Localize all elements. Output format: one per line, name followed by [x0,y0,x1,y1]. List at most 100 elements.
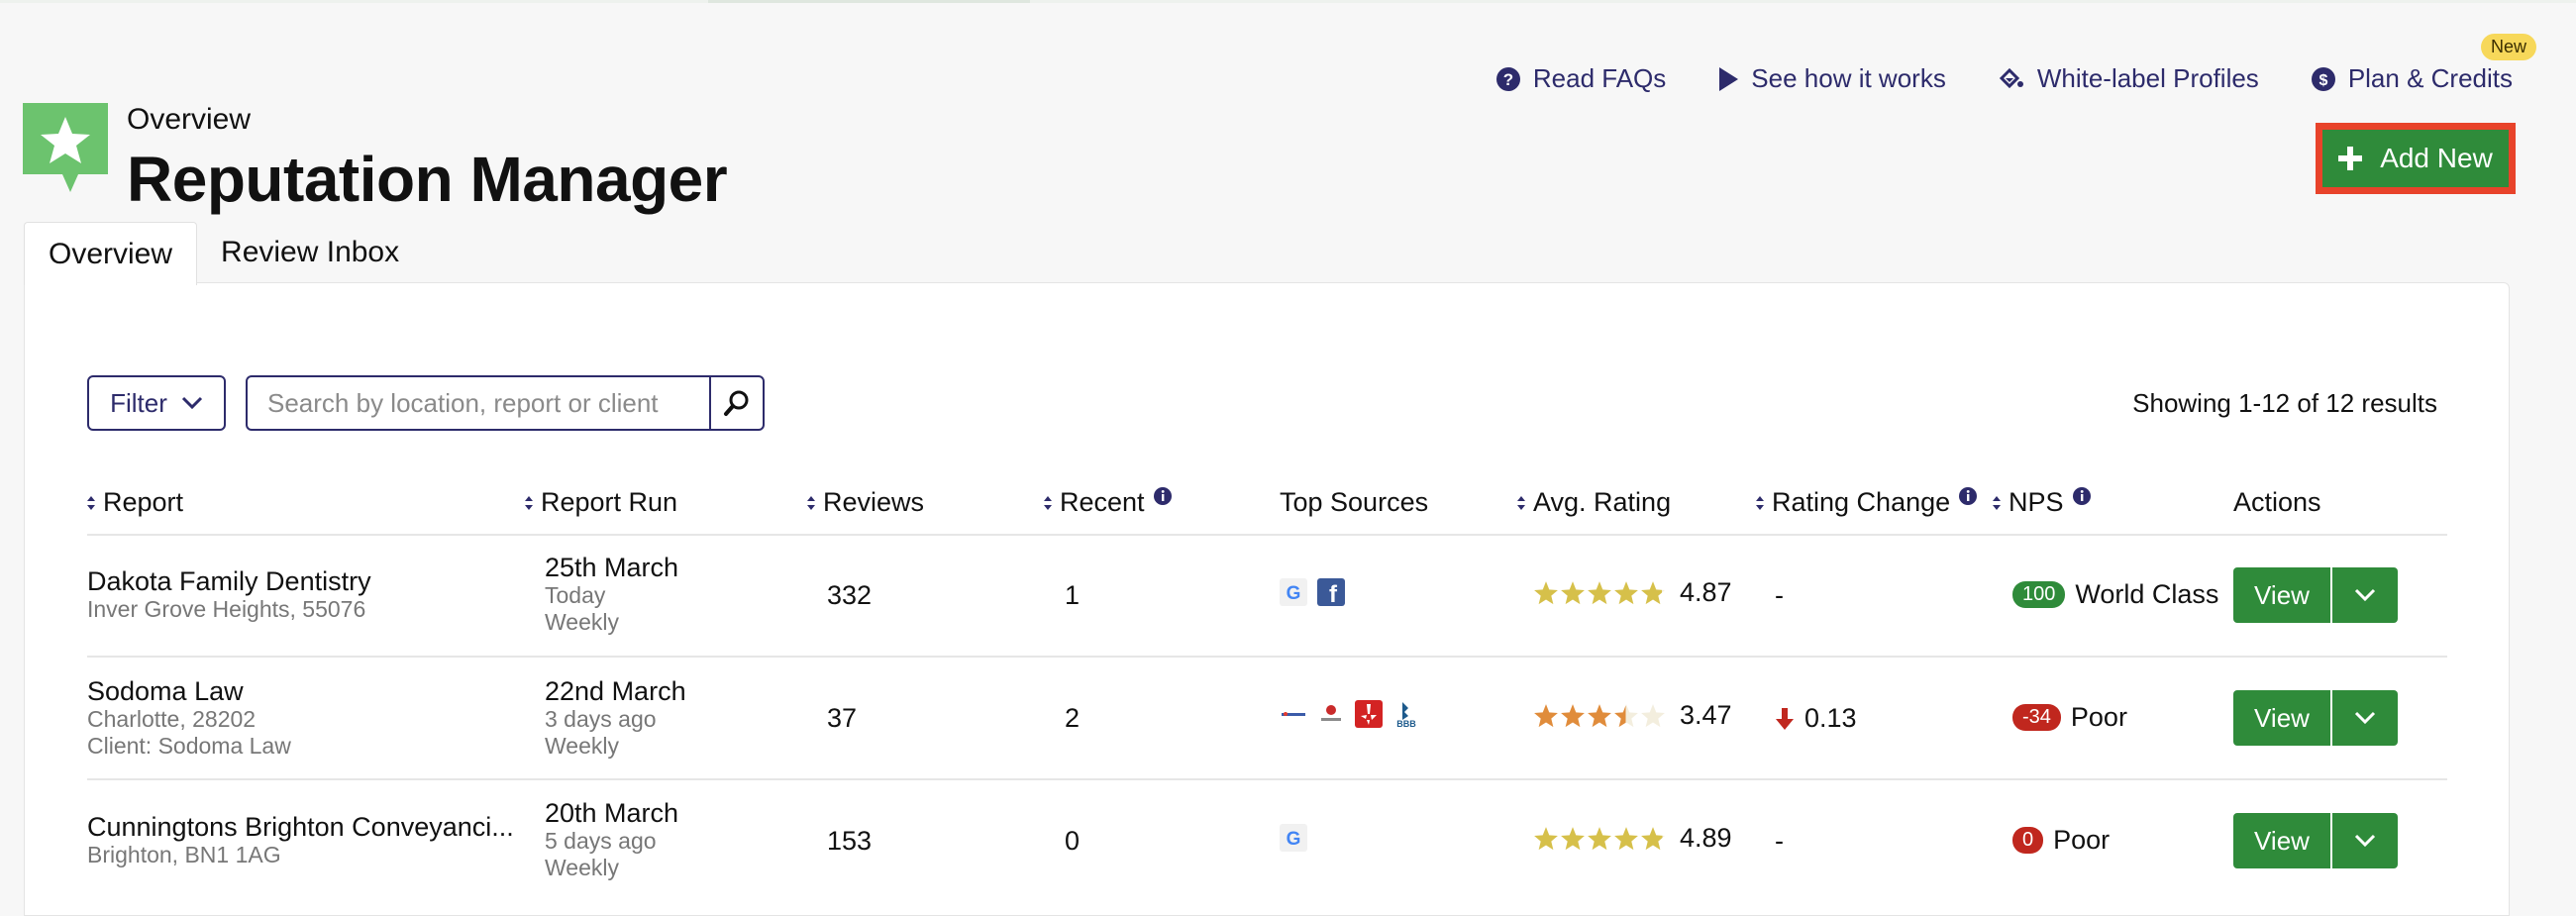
report-cell[interactable]: Cunningtons Brighton Conveyanci... Brigh… [87,812,514,868]
read-faqs-label: Read FAQs [1532,63,1667,93]
tab-review-inbox[interactable]: Review Inbox [197,222,423,283]
facebook-icon: f [1317,578,1345,606]
nps-label: World Class [2075,579,2219,609]
reviews-value: 332 [827,580,873,610]
star-rating [1533,580,1666,606]
col-report-run-label: Report Run [541,487,678,517]
info-icon[interactable] [2072,486,2092,506]
star-icon [1561,580,1585,604]
col-actions-label: Actions [2233,487,2321,517]
col-report-label: Report [103,487,184,517]
view-button[interactable]: View [2233,567,2330,623]
col-rating-change[interactable]: Rating Change [1756,486,1978,518]
arrow-down-icon [1776,707,1794,730]
header-divider [87,534,2447,536]
rating-change-cell: 0.13 [1775,703,1857,734]
col-rating-change-label: Rating Change [1772,487,1951,517]
view-button[interactable]: View [2233,813,2330,868]
page-title: Reputation Manager [127,144,728,215]
plan-credits-link[interactable]: $ Plan & Credits New [2311,34,2536,94]
row-actions-dropdown[interactable] [2330,813,2398,868]
col-avg-rating[interactable]: Avg. Rating [1517,487,1671,518]
star-logo-icon [23,103,108,192]
info-icon[interactable] [1153,486,1173,506]
reviews-value: 153 [827,826,873,856]
chevron-down-icon [2354,588,2376,602]
see-how-it-works-link[interactable]: See how it works [1717,63,1946,94]
svg-text:G: G [1287,829,1301,850]
avg-rating-cell: 4.89 [1533,823,1732,854]
search-button[interactable] [709,377,763,429]
star-icon [1588,580,1611,604]
avg-rating-value: 4.89 [1680,823,1732,853]
nps-label: Poor [2070,702,2127,732]
info-icon[interactable] [1958,486,1978,506]
results-count: Showing 1-12 of 12 results [2132,388,2437,418]
filter-label: Filter [110,387,167,418]
col-report[interactable]: Report [87,487,183,518]
recent-value: 0 [1065,826,1081,856]
row-actions-dropdown[interactable] [2330,690,2398,746]
run-ago: 5 days ago [545,828,657,854]
avg-rating-cell: 3.47 [1533,700,1732,731]
rating-change: - [1775,826,1784,856]
row-actions-dropdown[interactable] [2330,567,2398,623]
nps-label: Poor [2053,825,2111,855]
col-top-sources-label: Top Sources [1280,487,1429,517]
report-name: Sodoma Law [87,676,244,706]
star-icon [1614,580,1638,604]
tab-bar: Overview Review Inbox [24,222,423,285]
bbb-icon: BBB [1396,702,1416,728]
tab-overview[interactable]: Overview [24,222,198,285]
top-progress-line [0,0,2576,3]
search-input[interactable] [248,377,709,429]
filter-button[interactable]: Filter [87,375,226,431]
read-faqs-link[interactable]: ? Read FAQs [1495,63,1666,94]
search-icon [724,390,749,416]
sort-icon [1993,495,2001,510]
col-reviews[interactable]: Reviews [807,487,924,518]
star-icon [1588,703,1611,727]
star-icon [1561,826,1585,850]
svg-text:f: f [1329,581,1338,606]
recent-value: 2 [1065,703,1081,733]
white-label-profiles-link[interactable]: White-label Profiles [1998,63,2259,94]
run-date: 20th March [545,798,679,828]
view-button[interactable]: View [2233,690,2330,746]
add-new-button[interactable]: Add New [2317,124,2515,193]
avg-rating-value: 3.47 [1680,700,1732,730]
star-icon [1641,703,1665,727]
question-circle-icon: ? [1495,66,1520,91]
col-avg-rating-label: Avg. Rating [1533,487,1672,517]
report-cell[interactable]: Sodoma Law Charlotte, 28202 Client: Sodo… [87,676,291,760]
sort-icon [807,495,815,510]
col-top-sources: Top Sources [1280,487,1428,518]
report-name: Dakota Family Dentistry [87,566,371,596]
chevron-down-icon [2354,711,2376,725]
col-nps[interactable]: NPS [1993,486,2092,518]
run-date: 25th March [545,553,679,582]
col-nps-label: NPS [2009,487,2064,517]
col-report-run[interactable]: Report Run [525,487,677,518]
star-icon [1614,703,1638,727]
report-location: Inver Grove Heights, 55076 [87,596,366,622]
sort-icon [1756,495,1764,510]
report-client: Client: Sodoma Law [87,733,291,759]
sort-icon [525,495,533,510]
google-icon: G [1280,578,1307,606]
dollar-circle-icon: $ [2311,66,2335,91]
star-icon [1588,826,1611,850]
star-icon [1534,703,1558,727]
col-recent-label: Recent [1060,487,1145,517]
star-icon [1641,826,1665,850]
run-frequency: Weekly [545,855,619,880]
report-run-cell: 22nd March 3 days ago Weekly [545,676,686,760]
svg-text:G: G [1287,583,1301,604]
star-icon [1534,580,1558,604]
see-how-it-works-label: See how it works [1751,63,1946,93]
report-cell[interactable]: Dakota Family Dentistry Inver Grove Heig… [87,566,371,623]
star-icon [1641,580,1665,604]
yelp-icon [1355,700,1383,728]
avg-rating-value: 4.87 [1680,577,1732,607]
col-recent[interactable]: Recent [1044,486,1173,518]
